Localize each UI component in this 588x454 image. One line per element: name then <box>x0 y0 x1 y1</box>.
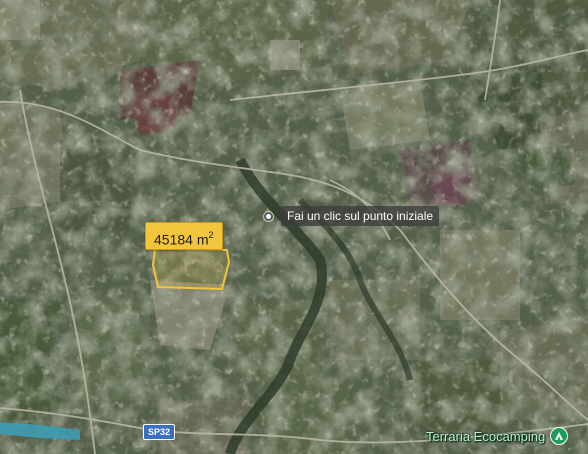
road-shield: SP32 <box>143 424 176 440</box>
area-unit-exponent: 2 <box>208 230 214 240</box>
area-value: 45184 m <box>154 231 209 248</box>
tooltip-text: Fai un clic sul punto iniziale <box>281 206 440 226</box>
start-point-tooltip: Fai un clic sul punto iniziale <box>264 205 445 227</box>
area-measurement-label: 45184 m2 <box>145 222 223 250</box>
point-marker-icon[interactable] <box>264 211 273 221</box>
measured-area-polygon[interactable] <box>151 246 231 291</box>
campground-icon[interactable] <box>550 427 569 445</box>
poi-terraria-ecocamping[interactable]: Terraria Ecocamping <box>426 427 569 445</box>
satellite-map[interactable]: 45184 m2 Fai un clic sul punto iniziale … <box>0 0 588 454</box>
poi-label: Terraria Ecocamping <box>426 428 546 444</box>
satellite-imagery[interactable] <box>0 0 588 454</box>
